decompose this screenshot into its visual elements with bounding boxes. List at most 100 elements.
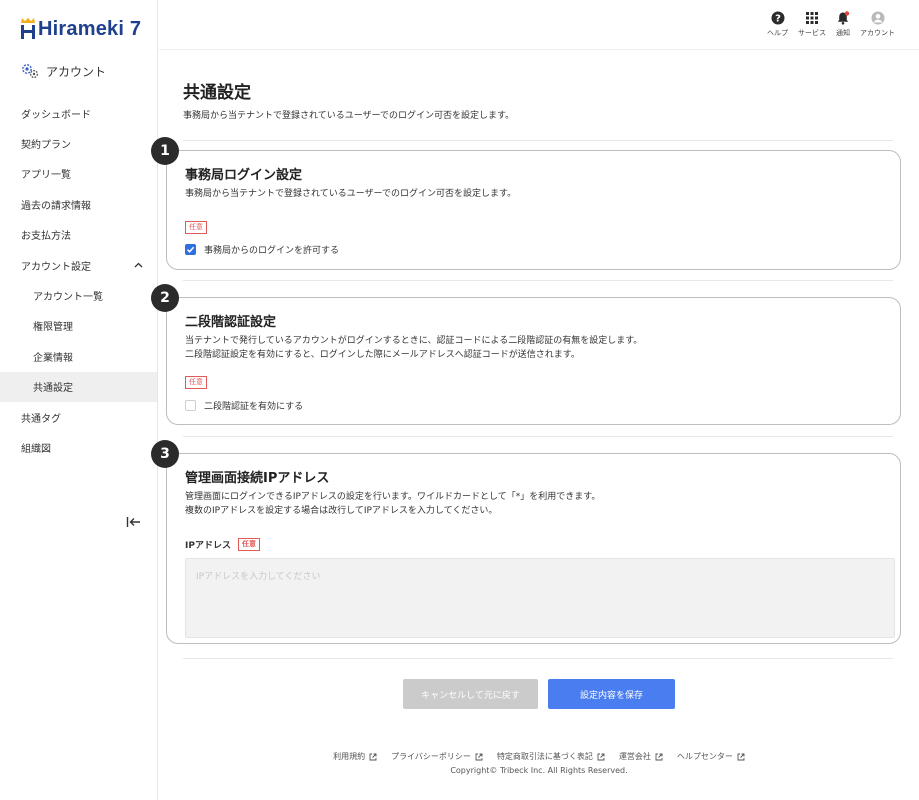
sidebar-item-label: 共通タグ <box>21 413 61 425</box>
divider <box>183 280 893 281</box>
sidebar-item-label: アプリ一覧 <box>21 170 71 182</box>
footer-link-label: 利用規約 <box>333 752 366 761</box>
svg-text:?: ? <box>775 14 781 25</box>
sidebar-item-company-info[interactable]: 企業情報 <box>0 341 157 371</box>
copyright: Copyright© Tribeck Inc. All Rights Reser… <box>450 766 628 775</box>
office-login-checkbox[interactable]: 事務局からのログインを許可する <box>185 243 339 256</box>
footer-link-company[interactable]: 運営会社 <box>619 751 663 762</box>
page-description: 事務局から当テナントで登録されているユーザーでのログイン可否を設定します。 <box>183 111 515 121</box>
description-line: 管理画面にログインできるIPアドレスの設定を行います。ワイルドカードとして「*」… <box>185 492 601 502</box>
app-root: Hirameki 7 アカウント ダッシュボード 契約プラン アプリ一覧 過去の… <box>0 0 919 800</box>
footer-link-label: 特定商取引法に基づく表記 <box>496 752 593 761</box>
section-description: 事務局から当テナントで登録されているユーザーでのログイン可否を設定します。 <box>185 189 517 199</box>
section-title: 二段階認証設定 <box>185 315 277 330</box>
sidebar-item-permissions[interactable]: 権限管理 <box>0 311 157 341</box>
sidebar: Hirameki 7 アカウント ダッシュボード 契約プラン アプリ一覧 過去の… <box>0 0 158 800</box>
top-bar: ? ヘルプ サービス 通知 アカウント <box>159 0 919 50</box>
sidebar-item-app-list[interactable]: アプリ一覧 <box>0 159 157 189</box>
grid-icon <box>806 12 818 24</box>
description-line: 当テナントで発行しているアカウントがログインするときに、認証コードによる二段階認… <box>185 336 643 346</box>
chevron-up-icon <box>134 262 143 268</box>
sidebar-item-label: 過去の請求情報 <box>21 200 91 212</box>
sidebar-item-label: ダッシュボード <box>21 109 91 121</box>
sidebar-nav: ダッシュボード 契約プラン アプリ一覧 過去の請求情報 お支払方法 アカウント設… <box>0 98 157 463</box>
section-ip-address: 3 管理画面接続IPアドレス 管理画面にログインできるIPアドレスの設定を行いま… <box>151 440 901 644</box>
description-line: 複数のIPアドレスを設定する場合は改行してIPアドレスを入力してください。 <box>185 506 498 516</box>
external-link-icon <box>655 753 663 760</box>
sidebar-item-contract-plan[interactable]: 契約プラン <box>0 128 157 158</box>
main-content: 共通設定 事務局から当テナントで登録されているユーザーでのログイン可否を設定しま… <box>151 50 919 800</box>
footer-link-label: プライバシーポリシー <box>391 752 471 761</box>
checkbox-unchecked-icon <box>185 400 196 411</box>
logo-mark-icon <box>20 18 36 40</box>
cancel-button[interactable]: キャンセルして元に戻す <box>403 679 538 709</box>
gears-icon <box>22 64 39 79</box>
account-button[interactable]: アカウント <box>860 11 895 38</box>
footer-links: 利用規約 プライバシーポリシー 特定商取引法に基づく表記 運営会社 ヘルプセンタ… <box>159 751 919 762</box>
sidebar-item-label: 共通設定 <box>33 383 73 395</box>
divider <box>183 140 893 141</box>
logo-text: Hirameki 7 <box>38 18 142 40</box>
footer-link-label: ヘルプセンター <box>676 752 733 761</box>
external-link-icon <box>597 753 605 760</box>
external-link-icon <box>475 753 483 760</box>
sidebar-item-label: アカウント設定 <box>21 261 91 273</box>
sidebar-item-label: 契約プラン <box>21 140 71 152</box>
section-description: 当テナントで発行しているアカウントがログインするときに、認証コードによる二段階認… <box>185 334 642 362</box>
optional-badge: 任意 <box>185 376 207 389</box>
footer-link-help-center[interactable]: ヘルプセンター <box>677 751 745 762</box>
section-office-login: 1 事務局ログイン設定 事務局から当テナントで登録されているユーザーでのログイン… <box>151 137 901 270</box>
section-number: 3 <box>151 440 179 468</box>
ip-address-input[interactable] <box>185 558 895 638</box>
sidebar-item-org-chart[interactable]: 組織図 <box>0 432 157 462</box>
section-title: 管理画面接続IPアドレス <box>185 471 330 486</box>
bell-icon <box>837 11 850 25</box>
sidebar-item-billing-history[interactable]: 過去の請求情報 <box>0 189 157 219</box>
field-label: IPアドレス <box>185 541 231 551</box>
optional-badge: 任意 <box>185 221 207 234</box>
description-line: 二段階認証設定を有効にすると、ログインした際にメールアドレスへ認証コードが送信さ… <box>185 350 580 360</box>
sidebar-item-label: 権限管理 <box>33 322 73 334</box>
sidebar-item-dashboard[interactable]: ダッシュボード <box>0 98 157 128</box>
sidebar-item-common-settings[interactable]: 共通設定 <box>0 371 157 402</box>
sidebar-item-payment-method[interactable]: お支払方法 <box>0 220 157 250</box>
user-avatar-icon <box>871 11 884 25</box>
ip-address-label: IPアドレス 任意 <box>185 538 260 551</box>
sidebar-section-label: アカウント <box>46 64 107 79</box>
sidebar-item-common-tags[interactable]: 共通タグ <box>0 402 157 432</box>
section-description: 管理画面にログインできるIPアドレスの設定を行います。ワイルドカードとして「*」… <box>185 490 600 518</box>
notifications-button[interactable]: 通知 <box>836 11 850 38</box>
notifications-label: 通知 <box>836 29 850 37</box>
section-number: 2 <box>151 284 179 312</box>
sidebar-item-label: アカウント一覧 <box>33 292 103 304</box>
help-label: ヘルプ <box>767 29 788 37</box>
footer-link-commercial-law[interactable]: 特定商取引法に基づく表記 <box>497 751 605 762</box>
services-label: サービス <box>798 29 826 37</box>
sidebar-item-label: 組織図 <box>21 443 51 455</box>
sidebar-item-label: お支払方法 <box>21 231 71 243</box>
sidebar-item-account-settings[interactable]: アカウント設定 <box>0 250 157 280</box>
services-button[interactable]: サービス <box>798 11 826 38</box>
collapse-sidebar-button[interactable] <box>126 513 142 527</box>
sidebar-item-label: 企業情報 <box>33 352 73 364</box>
section-title: 事務局ログイン設定 <box>185 168 303 183</box>
two-factor-checkbox[interactable]: 二段階認証を有効にする <box>185 399 303 412</box>
divider <box>183 658 893 659</box>
checkbox-checked-icon <box>185 244 196 255</box>
footer-link-privacy[interactable]: プライバシーポリシー <box>391 751 483 762</box>
help-button[interactable]: ? ヘルプ <box>767 11 788 38</box>
sidebar-item-account-list[interactable]: アカウント一覧 <box>0 280 157 310</box>
checkbox-label: 二段階認証を有効にする <box>204 402 304 412</box>
external-link-icon <box>737 753 745 760</box>
account-label: アカウント <box>860 29 895 37</box>
section-two-factor: 2 二段階認証設定 当テナントで発行しているアカウントがログインするときに、認証… <box>151 284 901 425</box>
footer-link-label: 運営会社 <box>618 752 651 761</box>
optional-badge: 任意 <box>237 538 260 551</box>
help-icon: ? <box>771 11 784 25</box>
footer-link-terms[interactable]: 利用規約 <box>333 751 377 762</box>
brand-logo[interactable]: Hirameki 7 <box>20 18 141 40</box>
save-button[interactable]: 設定内容を保存 <box>548 679 675 709</box>
page-title: 共通設定 <box>183 83 251 103</box>
sidebar-section-title: アカウント <box>20 62 106 80</box>
external-link-icon <box>369 753 377 760</box>
